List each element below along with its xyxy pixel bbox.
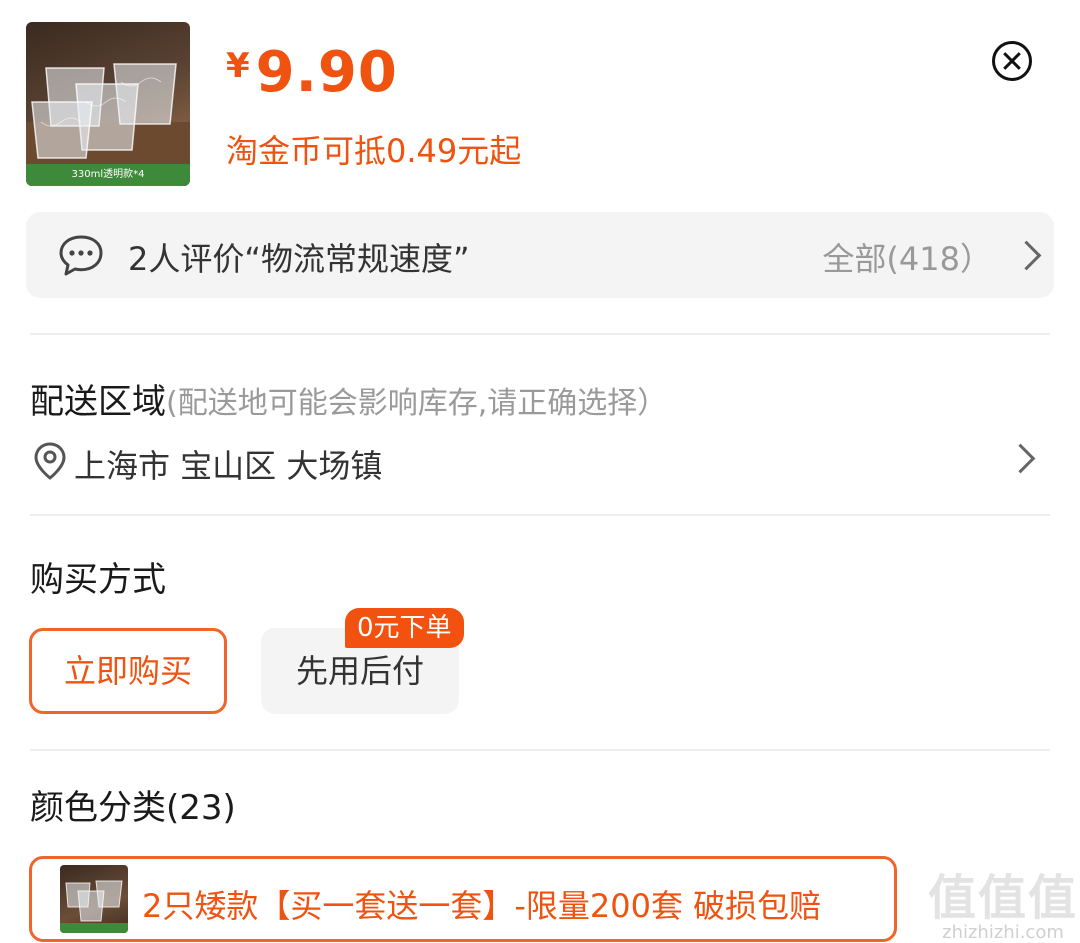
variant-option[interactable]: 2只矮款【买一套送一套】-限量200套 破损包赔	[29, 856, 897, 942]
product-thumbnail[interactable]: 330ml透明款*4	[26, 22, 190, 186]
delivery-section-title: 配送区域(配送地可能会影响库存,请正确选择）	[30, 374, 667, 423]
delivery-hint: (配送地可能会影响库存,请正确选择）	[166, 386, 668, 421]
delivery-title: 配送区域	[30, 382, 166, 422]
glass-cups-image	[26, 63, 190, 164]
all-reviews-link[interactable]: 全部(418）	[822, 234, 992, 280]
divider	[30, 514, 1050, 516]
chat-bubble-icon	[59, 235, 103, 276]
location-pin-icon	[34, 442, 66, 480]
watermark-site: zhizhizhi.com	[942, 922, 1064, 943]
zero-yuan-order-badge: 0元下单	[345, 608, 464, 648]
buy-now-option[interactable]: 立即购买	[29, 628, 227, 714]
purchase-method-title: 购买方式	[30, 560, 166, 600]
price: ¥9.90	[226, 40, 398, 105]
review-summary-bar[interactable]: 2人评价“物流常规速度” 全部(418）	[26, 212, 1054, 298]
delivery-address[interactable]: 上海市 宝山区 大场镇	[74, 441, 382, 487]
chevron-right-icon[interactable]	[1005, 443, 1036, 474]
variant-section-title: 颜色分类(23)	[30, 788, 236, 828]
divider	[30, 749, 1050, 751]
currency-symbol: ¥	[226, 46, 250, 86]
variant-label: 2只矮款【买一套送一套】-限量200套 破损包赔	[142, 887, 822, 925]
coin-discount-text: 淘金币可抵0.49元起	[226, 132, 522, 170]
glass-cups-image	[65, 880, 123, 922]
divider	[30, 333, 1050, 335]
close-icon[interactable]	[992, 41, 1032, 81]
variant-thumbnail-strip	[60, 923, 128, 933]
review-summary-text: 2人评价“物流常规速度”	[128, 240, 470, 278]
thumbnail-caption: 330ml透明款*4	[26, 164, 190, 186]
price-value: 9.90	[255, 40, 398, 105]
watermark: 值值值 zhizhizhi.com	[928, 858, 1078, 943]
variant-thumbnail	[60, 865, 128, 933]
watermark-logo: 值值值	[928, 870, 1079, 926]
chevron-right-icon	[1011, 240, 1042, 271]
